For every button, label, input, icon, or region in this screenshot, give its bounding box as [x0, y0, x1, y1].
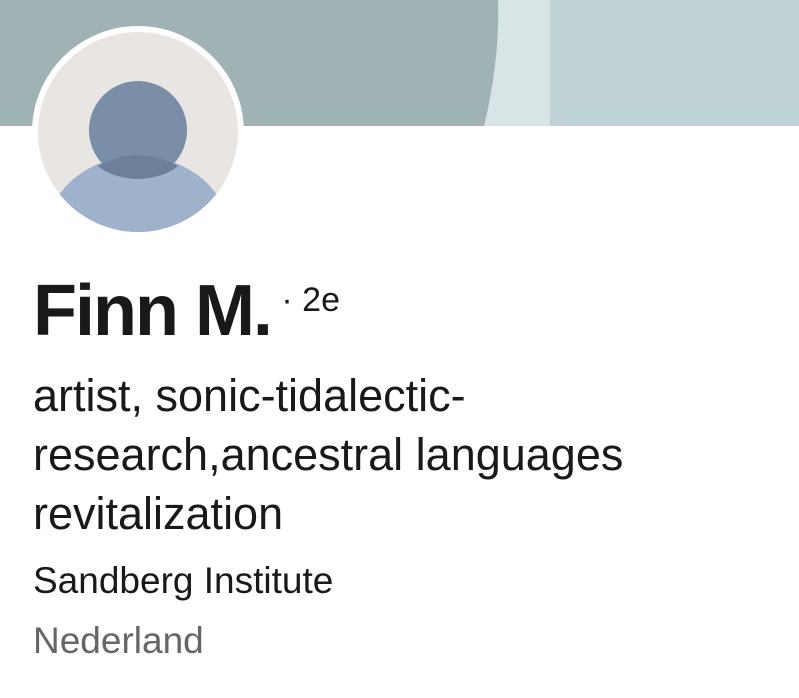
profile-photo[interactable] [32, 26, 244, 238]
connection-degree: · 2e [281, 281, 340, 319]
profile-name-row: Finn M. · 2e [33, 270, 340, 352]
profile-location: Nederland [33, 620, 204, 661]
profile-headline: artist, sonic-tidalectic- research,ances… [33, 366, 773, 543]
profile-name: Finn M. [33, 271, 273, 351]
headline-line: revitalization [33, 488, 284, 539]
headline-line: research,ancestral languages [33, 429, 624, 480]
profile-organization[interactable]: Sandberg Institute [33, 560, 333, 602]
headline-line: artist, sonic-tidalectic- [33, 370, 466, 421]
default-person-avatar-icon [38, 32, 238, 232]
